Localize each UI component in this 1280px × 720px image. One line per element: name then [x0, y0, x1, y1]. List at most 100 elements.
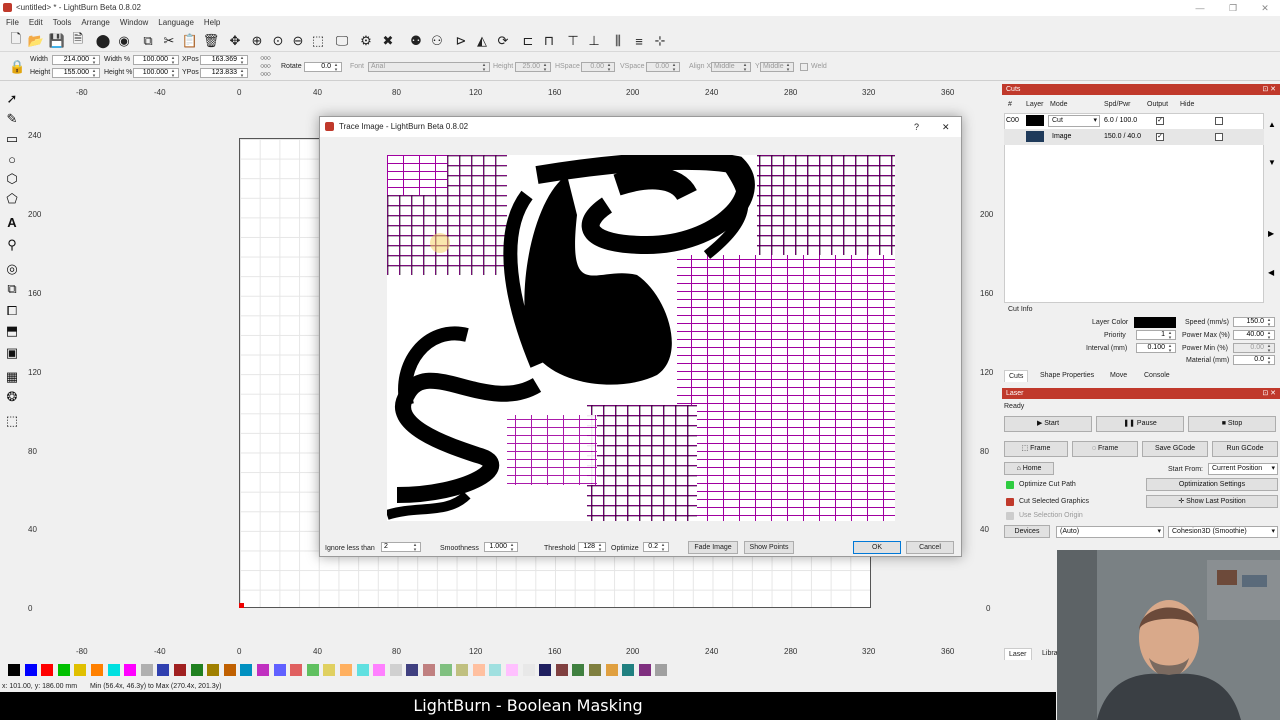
rotate-input[interactable]: 0.0 — [304, 62, 342, 72]
palette-color-swatch[interactable] — [555, 664, 568, 676]
start-button[interactable]: ▶ Start — [1004, 416, 1092, 432]
palette-color-swatch[interactable] — [223, 664, 236, 676]
zoom-out-icon[interactable]: ⊖ — [290, 33, 306, 49]
offset-icon[interactable]: ⧉ — [3, 280, 21, 298]
palette-color-swatch[interactable] — [506, 664, 518, 676]
tab-tool-icon[interactable]: ⬚ — [3, 412, 21, 430]
palette-color-swatch[interactable] — [340, 664, 352, 676]
ignore-less-than-input[interactable]: 2 — [381, 542, 421, 552]
palette-color-swatch[interactable] — [157, 664, 170, 676]
palette-color-swatch[interactable] — [124, 664, 137, 676]
dialog-help-button[interactable]: ? — [914, 117, 919, 137]
layer-row[interactable]: Image 150.0 / 40.0 ✓ — [1004, 129, 1264, 145]
show-last-position-button[interactable]: ✛ Show Last Position — [1146, 495, 1278, 508]
palette-color-swatch[interactable] — [406, 664, 419, 676]
export-icon[interactable]: ◉ — [116, 33, 132, 49]
palette-color-swatch[interactable] — [522, 664, 535, 676]
optimization-settings-button[interactable]: Optimization Settings — [1146, 478, 1278, 491]
measure-icon[interactable]: ◎ — [3, 260, 21, 278]
move-together-icon[interactable]: ⊹ — [652, 33, 668, 49]
palette-color-swatch[interactable] — [207, 664, 220, 676]
palette-color-swatch[interactable] — [638, 664, 651, 676]
palette-color-swatch[interactable] — [74, 664, 87, 676]
height-input[interactable]: 155.000 — [52, 68, 100, 78]
copy-icon[interactable]: ⧉ — [140, 33, 156, 49]
zoom-fit-icon[interactable]: ⊙ — [270, 33, 286, 49]
interval-input[interactable]: 0.100 — [1136, 343, 1176, 353]
move-icon[interactable]: ✥ — [227, 33, 243, 49]
paste-icon[interactable]: 📋 — [182, 33, 198, 49]
align-left-icon[interactable]: ⊏ — [520, 33, 536, 49]
speed-input[interactable]: 150.0 — [1233, 317, 1275, 327]
group-icon[interactable]: ⚉ — [408, 33, 424, 49]
align-middle-icon[interactable]: ⊥ — [586, 33, 602, 49]
material-input[interactable]: 0.0 — [1233, 355, 1275, 365]
move-layer-down-icon[interactable]: ▼ — [1268, 158, 1276, 167]
font-select[interactable]: Arial — [368, 62, 490, 72]
tools-icon[interactable]: ✖ — [380, 33, 396, 49]
move-layer-up-icon[interactable]: ▲ — [1268, 120, 1276, 129]
hide-checkbox[interactable] — [1215, 117, 1223, 125]
save-file-icon[interactable]: 💾 — [49, 33, 65, 49]
distribute-v-icon[interactable]: ≡ — [631, 33, 647, 49]
layer-color-picker[interactable] — [1134, 317, 1176, 328]
tab-console[interactable]: Console — [1140, 370, 1174, 382]
palette-color-swatch[interactable] — [439, 664, 452, 676]
boolean-union-icon[interactable]: ⧠ — [3, 302, 21, 320]
palette-color-swatch[interactable] — [423, 664, 435, 676]
palette-color-swatch[interactable] — [290, 664, 303, 676]
menu-window[interactable]: Window — [114, 16, 152, 30]
devices-button[interactable]: Devices — [1004, 525, 1050, 538]
palette-color-swatch[interactable] — [240, 664, 253, 676]
smoothness-input[interactable]: 1.000 — [484, 542, 518, 552]
open-file-icon[interactable]: 📂 — [28, 33, 44, 49]
output-checkbox[interactable]: ✓ — [1156, 117, 1164, 125]
stop-button[interactable]: ■ Stop — [1188, 416, 1276, 432]
boolean-subtract-icon[interactable]: ⬒ — [3, 322, 21, 340]
ok-button[interactable]: OK — [853, 541, 901, 554]
tab-laser[interactable]: Laser — [1004, 648, 1032, 660]
run-gcode-button[interactable]: Run GCode — [1212, 441, 1278, 457]
palette-color-swatch[interactable] — [41, 664, 54, 676]
palette-color-swatch[interactable] — [655, 664, 668, 676]
edit-nodes-icon[interactable]: ✎ — [3, 110, 21, 128]
palette-color-swatch[interactable] — [373, 664, 386, 676]
palette-color-swatch[interactable] — [456, 664, 469, 676]
palette-color-swatch[interactable] — [140, 664, 153, 676]
settings-gear-icon[interactable]: ⚙ — [358, 33, 374, 49]
palette-color-swatch[interactable] — [622, 664, 635, 676]
select-arrow-icon[interactable]: ➚ — [3, 90, 21, 108]
cut-selected-checkbox[interactable] — [1006, 498, 1014, 506]
new-file-icon[interactable]: 🗋 — [8, 31, 24, 49]
palette-color-swatch[interactable] — [539, 664, 552, 676]
threshold-input[interactable]: 128 — [578, 542, 606, 552]
palette-color-swatch[interactable] — [91, 664, 103, 676]
delete-icon[interactable]: 🗑 — [203, 33, 220, 49]
palette-color-swatch[interactable] — [24, 664, 37, 676]
palette-color-swatch[interactable] — [8, 664, 20, 676]
cancel-button[interactable]: Cancel — [906, 541, 954, 554]
ungroup-icon[interactable]: ⚇ — [429, 33, 445, 49]
palette-color-swatch[interactable] — [589, 664, 601, 676]
vspace-input[interactable]: 0.00 — [646, 62, 680, 72]
menu-tools[interactable]: Tools — [47, 16, 76, 30]
hide-checkbox[interactable] — [1215, 133, 1223, 141]
pentagon-icon[interactable]: ⬠ — [3, 190, 21, 208]
show-points-button[interactable]: Show Points — [744, 541, 794, 554]
use-origin-checkbox[interactable] — [1006, 512, 1014, 520]
palette-color-swatch[interactable] — [489, 664, 502, 676]
tab-move[interactable]: Move — [1106, 370, 1131, 382]
palette-color-swatch[interactable] — [190, 664, 203, 676]
font-height-input[interactable]: 25.00 — [515, 62, 551, 72]
height-percent-input[interactable]: 100.000 — [133, 68, 179, 78]
palette-color-swatch[interactable] — [323, 664, 336, 676]
collapse-left-icon[interactable]: ◀ — [1268, 268, 1274, 277]
frame-rubber-button[interactable]: ◌ Frame — [1072, 441, 1138, 457]
close-window-button[interactable]: ✕ — [1245, 0, 1280, 16]
layer-mode-select[interactable]: Cut — [1048, 115, 1100, 127]
palette-color-swatch[interactable] — [107, 664, 120, 676]
output-checkbox[interactable]: ✓ — [1156, 133, 1164, 141]
palette-color-swatch[interactable] — [389, 664, 402, 676]
origin-grid-icon[interactable]: ○○○ ○○○ ○○○ — [252, 55, 278, 79]
ypos-input[interactable]: 123.833 — [200, 68, 248, 78]
